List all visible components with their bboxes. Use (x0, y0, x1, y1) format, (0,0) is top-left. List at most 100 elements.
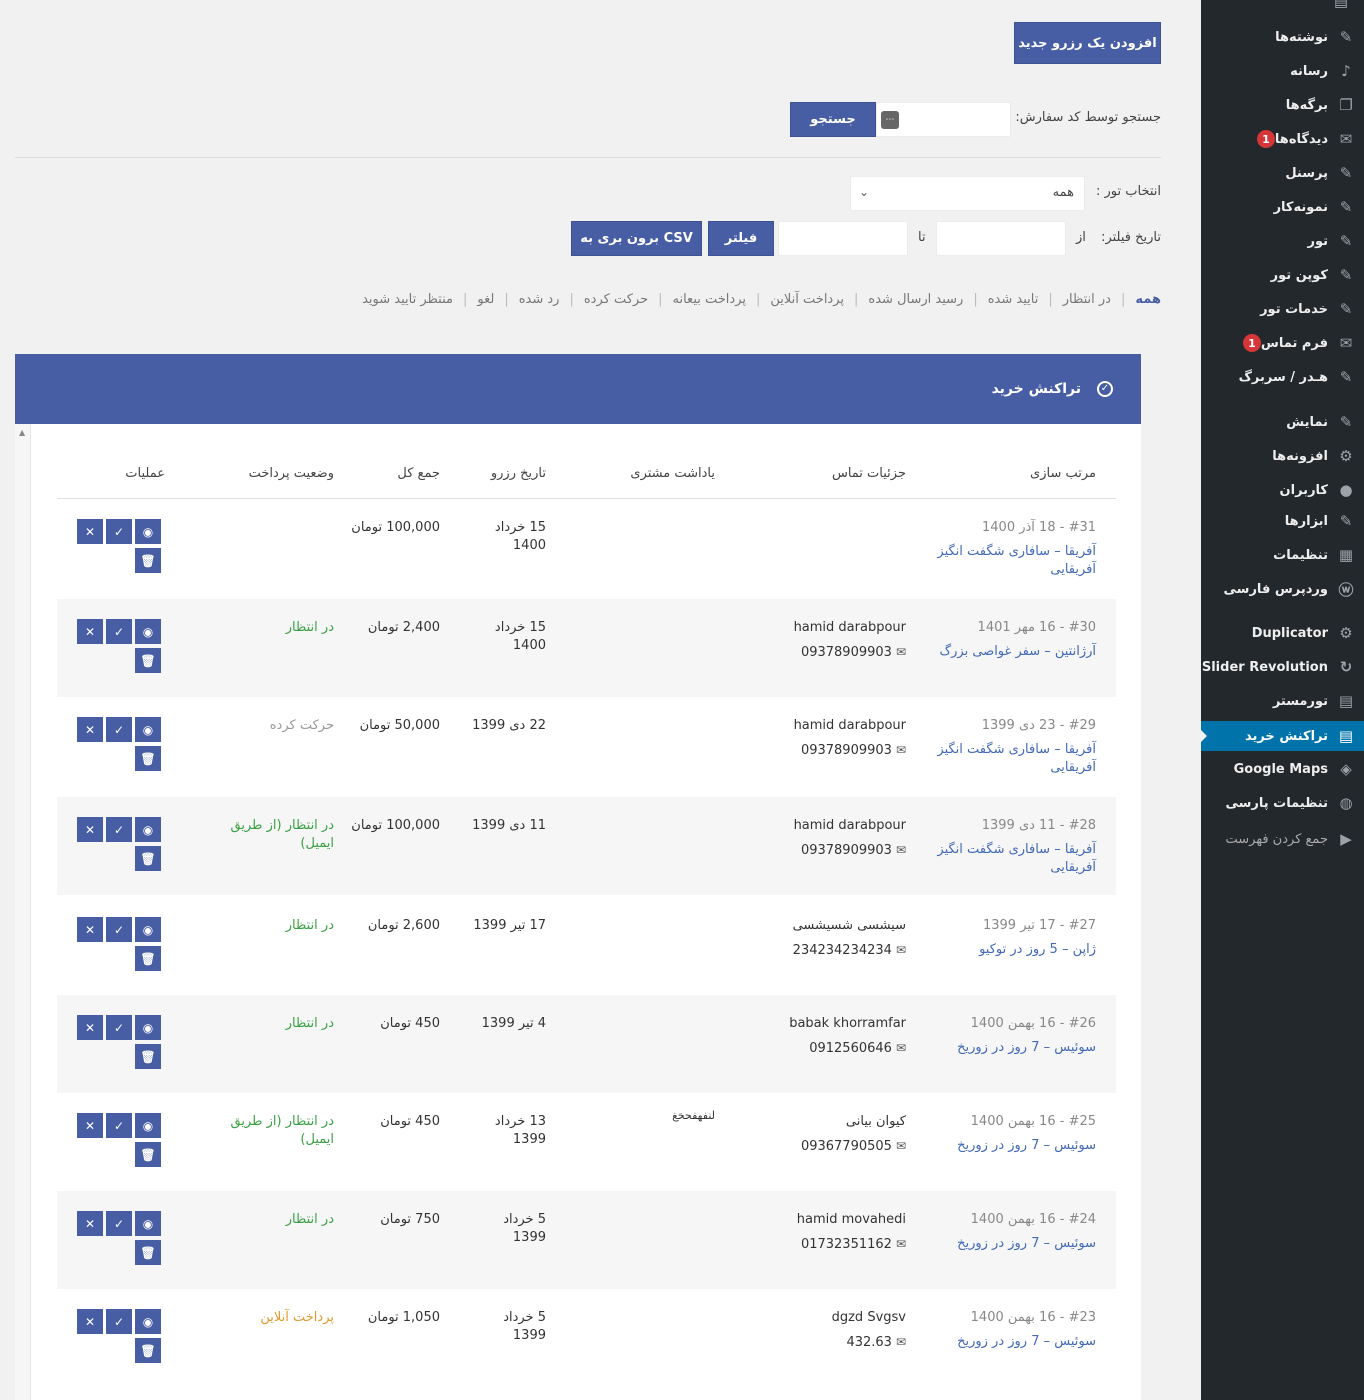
cancel-button[interactable]: ✕ (77, 1211, 103, 1236)
status-tab[interactable]: منتظر تایید شوید (362, 292, 453, 307)
order-id[interactable]: #27 - 17 تیر 1399 (876, 917, 1096, 935)
approve-button[interactable]: ✓ (106, 519, 132, 544)
sidebar-item[interactable]: ابزارها ✎ (1201, 506, 1356, 536)
status-tab[interactable]: پرداخت بیعانه (673, 292, 747, 307)
tour-link[interactable]: سوئیس – 7 روز در زوریخ (906, 1039, 1096, 1057)
cancel-button[interactable]: ✕ (77, 717, 103, 742)
delete-button[interactable]: 🗑 (135, 548, 161, 573)
delete-button[interactable]: 🗑 (135, 846, 161, 871)
to-date-input[interactable] (778, 221, 908, 256)
sidebar-item[interactable]: Slider Revolution ↻ (1201, 652, 1356, 682)
cancel-button[interactable]: ✕ (77, 817, 103, 842)
sidebar-item[interactable]: نوشته‌ها ✎ (1201, 22, 1356, 52)
view-button[interactable]: ◉ (135, 817, 161, 842)
sidebar-item[interactable]: وردپرس فارسی ⓦ (1201, 574, 1356, 604)
view-button[interactable]: ◉ (135, 1015, 161, 1040)
sidebar-item[interactable]: کاربران ● (1201, 475, 1356, 505)
status-tab[interactable]: تایید شده (988, 292, 1039, 307)
approve-button[interactable]: ✓ (106, 1015, 132, 1040)
order-id[interactable]: #31 - 18 آذر 1400 (876, 519, 1096, 537)
cancel-button[interactable]: ✕ (77, 519, 103, 544)
status-tab[interactable]: حرکت کرده (584, 292, 648, 307)
order-id[interactable]: #23 - 16 بهمن 1400 (876, 1309, 1096, 1327)
sidebar-item[interactable]: برگه‌ها ❐ (1201, 90, 1356, 120)
order-id[interactable]: #28 - 11 دی 1399 (876, 817, 1096, 835)
tour-select[interactable]: همه ⌄ (850, 176, 1085, 211)
cancel-button[interactable]: ✕ (77, 917, 103, 942)
from-date-input[interactable] (936, 221, 1066, 256)
sidebar-item[interactable]: نمونه‌کار ✎ (1201, 192, 1356, 222)
tour-link[interactable]: آرژانتین – سفر غواصی بزرگ (906, 643, 1096, 661)
status-tab[interactable]: در انتظار (1063, 292, 1111, 307)
sidebar-item[interactable]: افزونه‌ها ⚙ (1201, 441, 1356, 471)
sidebar-item[interactable]: تراکنش خرید ▤ (1200, 721, 1364, 751)
delete-button[interactable]: 🗑 (135, 1240, 161, 1265)
cancel-button[interactable]: ✕ (77, 1113, 103, 1138)
approve-button[interactable]: ✓ (106, 1309, 132, 1334)
tour-link[interactable]: آفریقا – سافاری شگفت انگیز آفریقایی (906, 841, 1096, 877)
total-amount: 50,000 تومان (359, 718, 440, 733)
view-button[interactable]: ◉ (135, 917, 161, 942)
order-id[interactable]: #24 - 16 بهمن 1400 (876, 1211, 1096, 1229)
order-id[interactable]: #26 - 16 بهمن 1400 (876, 1015, 1096, 1033)
search-input[interactable]: ⋯ (876, 102, 1011, 137)
scroll-up-icon[interactable]: ▲ (19, 428, 25, 437)
tour-link[interactable]: ژاپن – 5 روز در توکیو (906, 941, 1096, 959)
order-id[interactable]: #29 - 23 دی 1399 (876, 717, 1096, 735)
view-button[interactable]: ◉ (135, 717, 161, 742)
approve-button[interactable]: ✓ (106, 717, 132, 742)
order-id[interactable]: #30 - 16 مهر 1401 (876, 619, 1096, 637)
view-button[interactable]: ◉ (135, 519, 161, 544)
order-id[interactable]: #25 - 16 بهمن 1400 (876, 1113, 1096, 1131)
sidebar-item[interactable]: تورمستر ▤ (1201, 686, 1356, 716)
sidebar-item[interactable]: 1 فرم تماس ✉ (1201, 328, 1356, 358)
sidebar-item[interactable]: تور ✎ (1201, 226, 1356, 256)
delete-button[interactable]: 🗑 (135, 1142, 161, 1167)
delete-button[interactable]: 🗑 (135, 746, 161, 771)
tour-link[interactable]: آفریقا – سافاری شگفت انگیز آفریقایی (906, 741, 1096, 777)
delete-button[interactable]: 🗑 (135, 946, 161, 971)
sidebar-item[interactable]: هـدر / سربرگ ✎ (1201, 362, 1356, 392)
tour-link[interactable]: سوئیس – 7 روز در زوریخ (906, 1333, 1096, 1351)
view-button[interactable]: ◉ (135, 1211, 161, 1236)
sidebar-item[interactable]: کوپن تور ✎ (1201, 260, 1356, 290)
approve-button[interactable]: ✓ (106, 1113, 132, 1138)
sidebar-item[interactable]: جمع کردن فهرست ▶ (1201, 824, 1356, 854)
cancel-button[interactable]: ✕ (77, 1309, 103, 1334)
view-button[interactable]: ◉ (135, 619, 161, 644)
delete-button[interactable]: 🗑 (135, 648, 161, 673)
tour-link[interactable]: سوئیس – 7 روز در زوریخ (906, 1137, 1096, 1155)
sidebar-item[interactable]: نمایش ✎ (1201, 407, 1356, 437)
sidebar-item[interactable]: تنظیمات پارسی ◍ (1201, 788, 1356, 818)
approve-button[interactable]: ✓ (106, 1211, 132, 1236)
scrollbar[interactable]: ▲ (15, 424, 31, 1400)
sidebar-item[interactable]: خدمات تور ✎ (1201, 294, 1356, 324)
delete-button[interactable]: 🗑 (135, 1338, 161, 1363)
tour-link[interactable]: سوئیس – 7 روز در زوریخ (906, 1235, 1096, 1253)
approve-button[interactable]: ✓ (106, 619, 132, 644)
view-button[interactable]: ◉ (135, 1309, 161, 1334)
status-tab[interactable]: رد شده (519, 292, 560, 307)
sidebar-item[interactable]: 1 دیدگاه‌ها ✉ (1201, 124, 1356, 154)
sidebar-item[interactable]: Google Maps ◈ (1201, 754, 1356, 784)
status-tab[interactable]: همه (1135, 292, 1161, 307)
approve-button[interactable]: ✓ (106, 917, 132, 942)
cancel-button[interactable]: ✕ (77, 1015, 103, 1040)
approve-button[interactable]: ✓ (106, 817, 132, 842)
sidebar-item[interactable]: تنظیمات ▦ (1201, 540, 1356, 570)
csv-export-button[interactable]: برون بری به CSV (571, 221, 702, 256)
status-tab[interactable]: لغو (477, 292, 494, 307)
cancel-button[interactable]: ✕ (77, 619, 103, 644)
add-booking-button[interactable]: افزودن یک رزرو جدید (1014, 22, 1161, 64)
sidebar-item[interactable]: پرسنل ✎ (1201, 158, 1356, 188)
view-button[interactable]: ◉ (135, 1113, 161, 1138)
col-sort[interactable]: مرتب سازی (1030, 466, 1096, 481)
status-tab[interactable]: پرداخت آنلاین (770, 292, 844, 307)
filter-button[interactable]: فیلتر (708, 221, 774, 256)
status-tab[interactable]: رسید ارسال شده (868, 292, 963, 307)
sidebar-item[interactable]: رسانه ♪ (1201, 56, 1356, 86)
search-button[interactable]: جستجو (790, 102, 876, 137)
sidebar-item[interactable]: Duplicator ⚙ (1201, 618, 1356, 648)
delete-button[interactable]: 🗑 (135, 1044, 161, 1069)
tour-link[interactable]: آفریقا – سافاری شگفت انگیز آفریقایی (906, 543, 1096, 579)
